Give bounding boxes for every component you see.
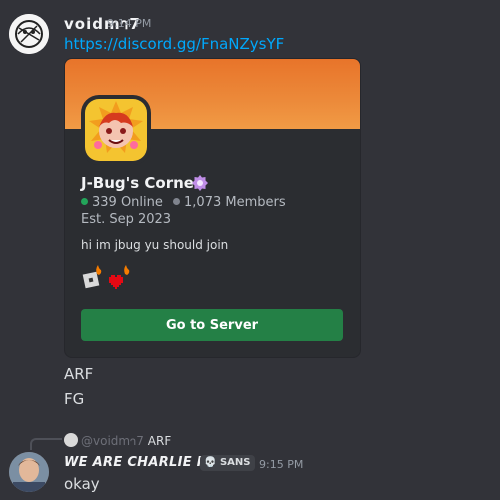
server-description: hi im jbug yu should join <box>81 238 229 252</box>
members-dot-icon <box>173 198 181 205</box>
fire-icon-2 <box>124 265 130 275</box>
message-timestamp: 9:15 PM <box>259 458 304 471</box>
go-to-server-button[interactable]: Go to Server <box>81 309 343 341</box>
message-text: FG <box>64 390 85 408</box>
server-tag-label: SANS <box>219 457 251 468</box>
user-avatar-voidm[interactable] <box>9 14 49 54</box>
server-invite-card: J-Bug's Corner 339 Online 1,073 Members … <box>64 58 361 358</box>
skull-icon: 💀 <box>204 457 217 468</box>
message-text: ARF <box>64 365 94 383</box>
server-stats: 339 Online 1,073 Members <box>81 195 286 210</box>
scribble-avatar-icon <box>9 14 49 54</box>
reply-connector <box>30 438 62 450</box>
message-timestamp: 9:14 PM <box>107 17 152 30</box>
pixel-heart-icon <box>109 275 123 289</box>
reply-preview[interactable]: @voidm𐐻7 ARF <box>64 432 171 449</box>
server-established: Est. Sep 2023 <box>81 212 172 227</box>
server-tag-badge[interactable]: 💀 SANS <box>200 455 256 471</box>
reply-text: ARF <box>147 434 172 448</box>
server-name: J-Bug's Corner <box>81 174 202 192</box>
member-count: 1,073 Members <box>184 195 286 210</box>
fire-icon <box>96 265 102 275</box>
online-dot-icon <box>81 198 88 205</box>
user-avatar-charlie[interactable] <box>9 452 49 492</box>
server-icon[interactable] <box>81 95 151 165</box>
roblox-icon <box>82 271 100 289</box>
server-emojis <box>82 265 130 289</box>
online-count: 339 Online <box>92 195 163 210</box>
reply-username[interactable]: @voidm𐐻7 <box>81 434 144 448</box>
message-text: okay <box>64 475 100 493</box>
reply-avatar-icon <box>64 433 78 447</box>
server-avatar-icon <box>85 99 147 161</box>
invite-link[interactable]: https://discord.gg/FnaNZysYF <box>64 35 284 53</box>
photo-avatar-icon <box>9 452 49 492</box>
server-boost-badge-icon <box>192 175 208 191</box>
